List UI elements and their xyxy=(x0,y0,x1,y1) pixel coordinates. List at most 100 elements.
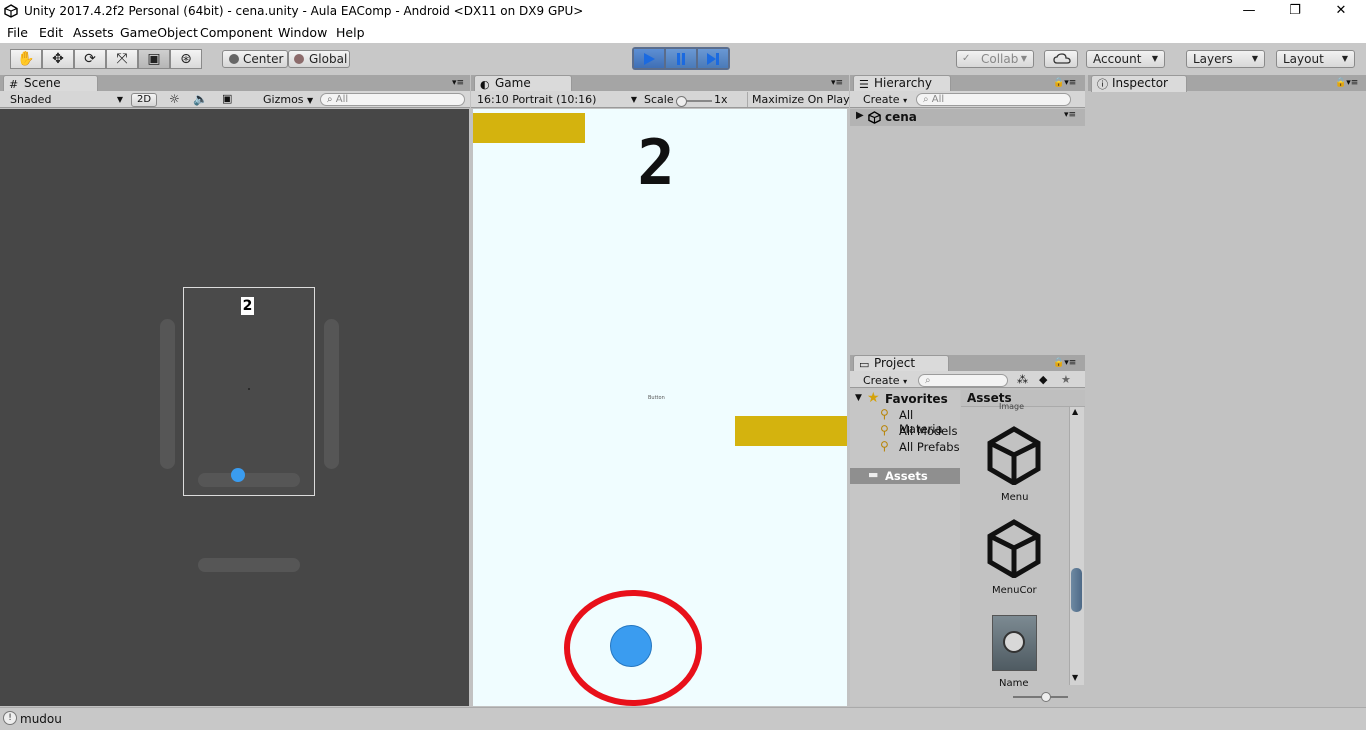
collab-dropdown[interactable]: ✓ Collab ▼ xyxy=(956,50,1034,68)
lighting-icon[interactable]: ☼ xyxy=(169,92,180,106)
maximize-on-play-toggle[interactable]: Maximize On Play xyxy=(747,92,852,107)
unity-logo-icon xyxy=(4,4,18,18)
favorite-all-models[interactable]: All Models xyxy=(899,424,957,438)
camera-frame xyxy=(183,287,315,496)
star-icon: ★ xyxy=(867,390,880,406)
audio-asset-icon[interactable] xyxy=(992,615,1037,671)
play-button[interactable] xyxy=(633,48,665,69)
account-dropdown[interactable]: Account ▼ xyxy=(1086,50,1165,68)
folder-icon: ▬ xyxy=(868,468,879,481)
asset-menucor[interactable]: MenuCor xyxy=(992,585,1037,596)
pivot-center-button[interactable]: Center xyxy=(222,50,288,68)
shading-label: Shaded xyxy=(10,93,52,106)
menu-file[interactable]: File xyxy=(7,25,28,40)
rotate-icon: ⟳ xyxy=(84,51,96,67)
panel-menu-icon[interactable]: 🔒▾≡ xyxy=(1053,358,1076,368)
panel-menu-icon[interactable]: 🔒▾≡ xyxy=(1053,78,1076,88)
scene-menu-icon[interactable]: ▾≡ xyxy=(1064,110,1076,120)
tab-inspector[interactable]: ⓘ Inspector xyxy=(1091,75,1187,92)
panel-menu-icon[interactable]: 🔒▾≡ xyxy=(1335,78,1358,88)
scrollbar-thumb[interactable] xyxy=(1071,568,1082,612)
aspect-dropdown[interactable]: 16:10 Portrait (10:16) ▼ xyxy=(477,92,637,107)
filter-type-icon[interactable]: ⁂ xyxy=(1017,373,1028,386)
menu-assets[interactable]: Assets xyxy=(73,25,114,40)
scroll-down-icon[interactable]: ▼ xyxy=(1072,673,1078,682)
scale-slider-handle[interactable] xyxy=(676,96,687,107)
panel-menu-icon[interactable]: ▾≡ xyxy=(831,78,843,88)
rect-tool-button[interactable]: ▣ xyxy=(138,49,170,69)
project-create-label: Create xyxy=(863,374,900,387)
minimize-button[interactable]: — xyxy=(1226,0,1272,23)
tab-hierarchy[interactable]: ☰ Hierarchy xyxy=(853,75,951,92)
panel-menu-icon[interactable]: ▾≡ xyxy=(452,78,464,88)
scene-view[interactable]: 2 xyxy=(0,109,469,706)
project-panel: ▭ Project 🔒▾≡ Create ▾ ⌕ ⁂ ◆ ★ ▼ ★ Favor… xyxy=(850,355,1085,706)
project-assets-grid: Assets Image Menu MenuCor Name ▲ ▼ xyxy=(961,390,1085,706)
tab-game[interactable]: ◐ Game xyxy=(474,75,572,92)
layers-dropdown[interactable]: Layers ▼ xyxy=(1186,50,1265,68)
search-folder-icon: ⚲ xyxy=(880,423,889,437)
favorite-star-icon[interactable]: ★ xyxy=(1061,373,1071,386)
pause-button[interactable] xyxy=(665,48,697,69)
menu-component[interactable]: Component xyxy=(200,25,273,40)
menu-edit[interactable]: Edit xyxy=(39,25,63,40)
scene-search-placeholder: All xyxy=(335,94,349,105)
hand-tool-button[interactable]: ✋ xyxy=(10,49,42,69)
title-bar: Unity 2017.4.2f2 Personal (64bit) - cena… xyxy=(0,0,1366,23)
filter-label-icon[interactable]: ◆ xyxy=(1039,373,1047,386)
unity-scene-icon xyxy=(868,111,881,124)
menu-window[interactable]: Window xyxy=(278,25,327,40)
tab-project[interactable]: ▭ Project xyxy=(853,355,949,372)
asset-name[interactable]: Name xyxy=(999,678,1029,689)
step-icon xyxy=(707,53,719,65)
scene-bottom-bar xyxy=(198,558,300,572)
maximize-button[interactable]: ❐ xyxy=(1272,0,1318,23)
foldout-arrow-icon[interactable]: ▶ xyxy=(856,110,864,121)
menu-gameobject[interactable]: GameObject xyxy=(120,25,198,40)
close-button[interactable]: ✕ xyxy=(1318,0,1364,23)
shading-dropdown[interactable]: Shaded ▼ xyxy=(4,92,125,107)
toggle-2d-button[interactable]: 2D xyxy=(131,93,157,107)
step-button[interactable] xyxy=(697,48,729,69)
game-right-paddle xyxy=(735,416,847,446)
scene-search-input[interactable]: ⌕ All xyxy=(320,93,465,106)
search-icon: ⌕ xyxy=(923,94,929,105)
move-tool-button[interactable]: ✥ xyxy=(42,49,74,69)
unity-scene-asset-icon[interactable] xyxy=(984,425,1044,485)
hierarchy-search-input[interactable]: ⌕ All xyxy=(916,93,1071,106)
rotate-tool-button[interactable]: ⟳ xyxy=(74,49,106,69)
favorites-foldout-icon[interactable]: ▼ xyxy=(855,393,862,403)
icon-size-handle[interactable] xyxy=(1041,692,1051,702)
unity-scene-asset-icon[interactable] xyxy=(984,518,1044,578)
tab-scene[interactable]: # Scene xyxy=(3,75,98,92)
tree-assets-row[interactable]: ▬ Assets xyxy=(850,468,960,484)
asset-menu[interactable]: Menu xyxy=(1001,492,1028,503)
transform-icon: ⊛ xyxy=(180,51,192,67)
gizmos-dropdown[interactable]: Gizmos ▼ xyxy=(263,92,313,108)
hierarchy-create-dropdown[interactable]: Create ▾ xyxy=(863,92,907,108)
dropdown-arrow-icon: ▼ xyxy=(1151,54,1158,63)
hierarchy-panel: ☰ Hierarchy 🔒▾≡ Create ▾ ⌕ All ▶ cena ▾≡ xyxy=(850,75,1085,352)
hierarchy-search-placeholder: All xyxy=(931,94,945,105)
scroll-up-icon[interactable]: ▲ xyxy=(1072,407,1078,416)
layout-dropdown[interactable]: Layout ▼ xyxy=(1276,50,1355,68)
dropdown-arrow-icon: ▾ xyxy=(903,96,908,105)
grid-icon: # xyxy=(9,78,19,91)
effects-icon[interactable]: ▣ xyxy=(222,92,232,105)
cloud-button[interactable] xyxy=(1044,50,1078,68)
project-create-dropdown[interactable]: Create ▾ xyxy=(863,373,907,389)
project-search-input[interactable]: ⌕ xyxy=(918,374,1008,387)
audio-icon[interactable]: 🔈 xyxy=(193,92,208,106)
partial-asset-label: Image xyxy=(999,402,1025,411)
scale-tool-button[interactable]: ⤧ xyxy=(106,49,138,69)
transform-tool-button[interactable]: ⊛ xyxy=(170,49,202,69)
hierarchy-scene-row[interactable]: ▶ cena ▾≡ xyxy=(850,109,1085,126)
game-button[interactable]: Button xyxy=(648,395,665,401)
favorite-all-prefabs[interactable]: All Prefabs xyxy=(899,440,960,454)
scale-label: Scale xyxy=(644,93,674,106)
menu-help[interactable]: Help xyxy=(336,25,365,40)
status-message[interactable]: mudou xyxy=(20,712,62,726)
pivot-global-button[interactable]: Global xyxy=(288,50,350,68)
assets-scrollbar[interactable] xyxy=(1069,407,1084,685)
game-view[interactable]: 2 Button xyxy=(473,109,847,706)
